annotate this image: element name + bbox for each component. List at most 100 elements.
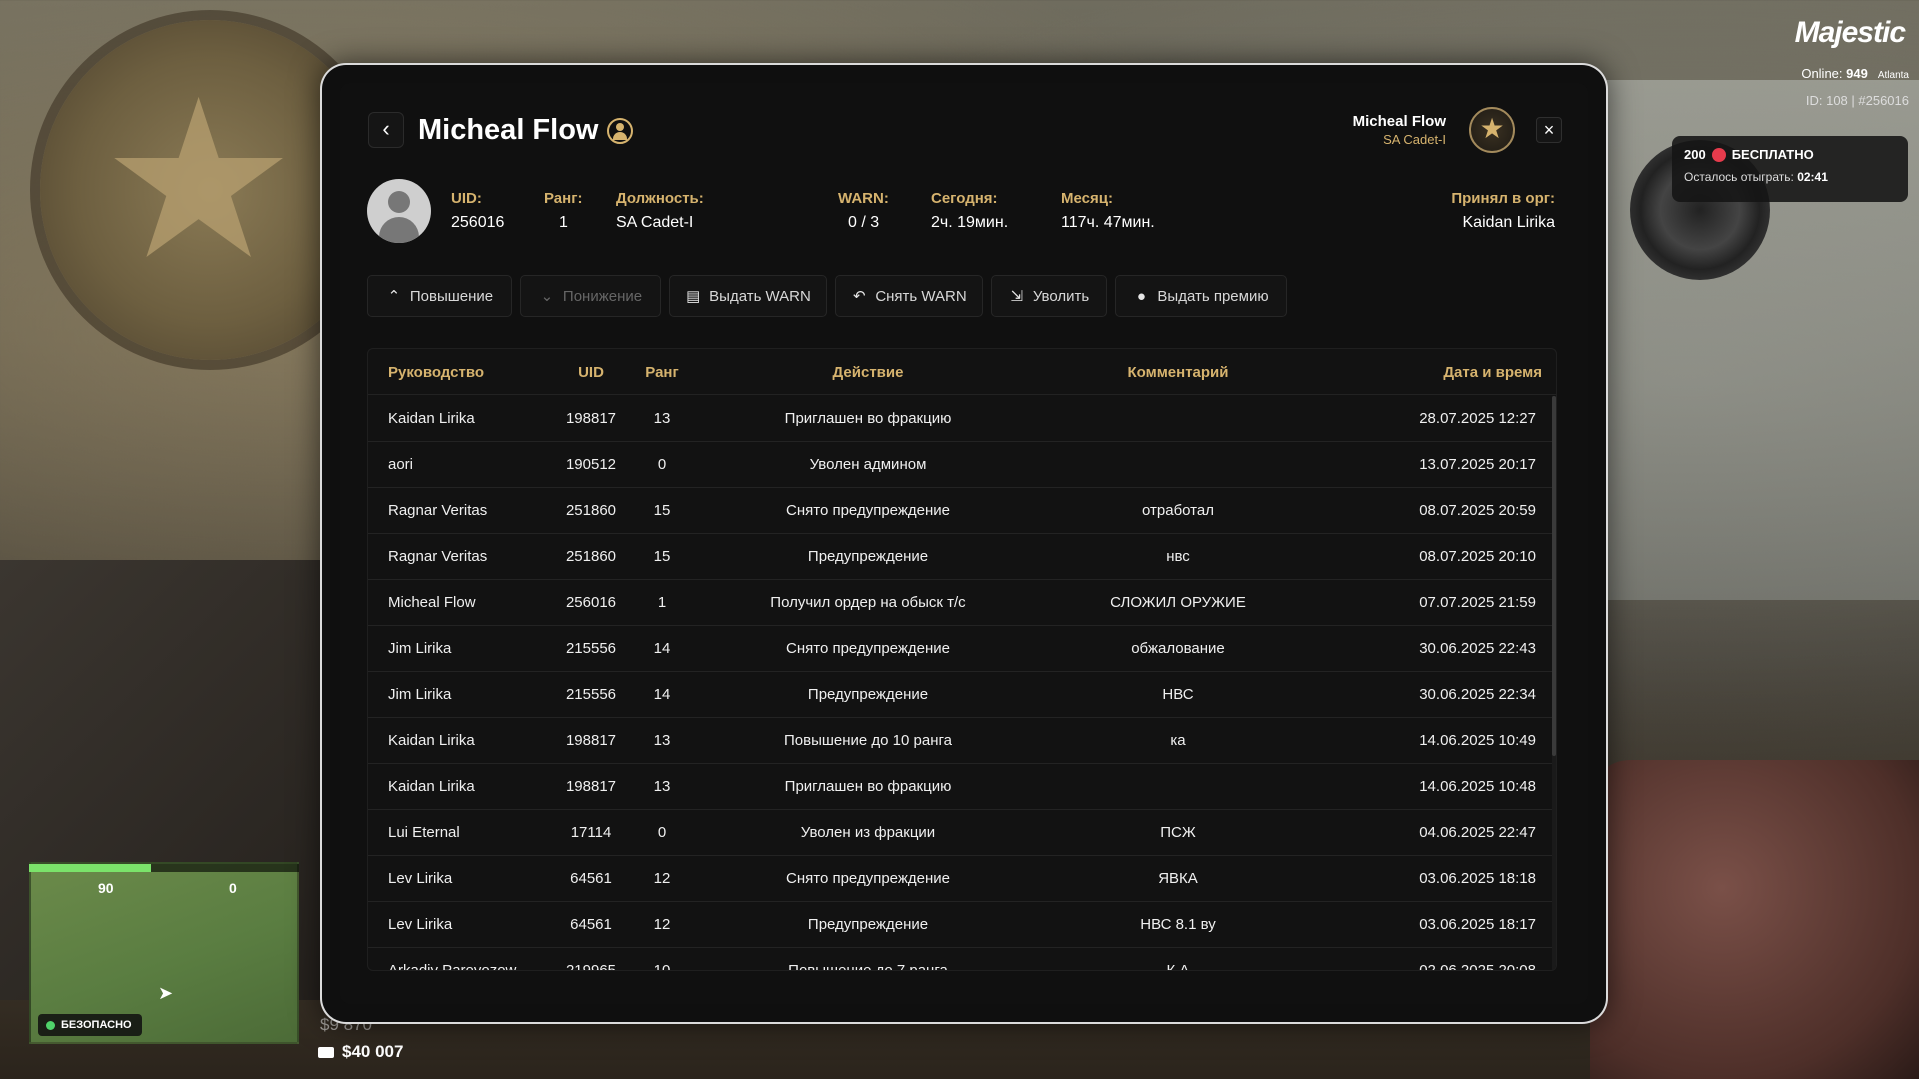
table-row[interactable]: Lev Lirika 64561 12 Снято предупреждение ЯВК… (368, 856, 1552, 902)
cell-datetime: 14.06.2025 10:48 (1419, 778, 1536, 795)
cell-datetime: 08.07.2025 20:59 (1419, 502, 1536, 519)
cell-leader: aori (388, 456, 414, 473)
cell-rank: 15 (653, 548, 671, 565)
demote-label: Понижение (562, 287, 643, 305)
promo-amount: 200 (1684, 147, 1706, 162)
minimap-left-value: 90 (98, 880, 114, 896)
table-row[interactable]: Kaidan Lirika 198817 13 Приглашен во фракци… (368, 764, 1552, 810)
cell-leader: Jim Lirika (388, 686, 452, 703)
uid-value: 256016 (451, 214, 505, 231)
cell-action: Повышение до 7 ранга (788, 962, 948, 971)
cell-uid: 17114 (570, 824, 612, 841)
column-header-datetime: Дата и время (1443, 364, 1542, 381)
table-row[interactable]: Ragnar Veritas 251860 15 Предупреждение нвс 0… (368, 534, 1552, 580)
cell-datetime: 03.06.2025 18:17 (1419, 916, 1536, 933)
table-row[interactable]: Jim Lirika 215556 14 Снято предупреждение об… (368, 626, 1552, 672)
cell-uid: 198817 (565, 732, 617, 749)
table-row[interactable]: Micheal Flow 256016 1 Получил ордер на обыс… (368, 580, 1552, 626)
cell-action: Предупреждение (807, 686, 929, 703)
uid-label: UID: (451, 190, 482, 207)
cell-action: Предупреждение (807, 548, 929, 565)
column-header-rank: Ранг (645, 364, 679, 381)
card-icon (318, 1046, 334, 1058)
cell-comment: ЯВКА (1158, 870, 1198, 887)
remove-warn-label: Снять WARN (875, 287, 967, 305)
table-scrollbar[interactable] (1552, 396, 1556, 970)
cell-datetime: 14.06.2025 10:49 (1419, 732, 1536, 749)
cell-leader: Lev Lirika (388, 870, 453, 887)
demote-button[interactable]: ⌄ Понижение (520, 275, 661, 317)
fire-label: Уволить (1032, 287, 1090, 305)
table-row[interactable]: Lui Eternal 17114 0 Уволен из фракции ПСЖ 04.… (368, 810, 1552, 856)
cell-rank: 14 (653, 640, 671, 657)
table-row[interactable]: Jim Lirika 215556 14 Предупреждение НВС 30.06… (368, 672, 1552, 718)
page-title: Micheal Flow (418, 114, 599, 146)
cell-comment: ка (1170, 732, 1186, 749)
cell-rank: 0 (657, 824, 667, 841)
promo-remaining-time: 02:41 (1797, 170, 1828, 184)
cell-uid: 251860 (565, 548, 617, 565)
table-row[interactable]: Kaidan Lirika 198817 13 Повышение до 10 ран… (368, 718, 1552, 764)
cell-action: Снято предупреждение (786, 640, 950, 657)
cell-datetime: 03.06.2025 18:18 (1419, 870, 1536, 887)
month-value: 117ч. 47мин. (1061, 214, 1155, 231)
cell-uid: 215556 (565, 640, 617, 657)
sheriff-badge-icon: ★ (1469, 107, 1515, 153)
table-row[interactable]: Lev Lirika 64561 12 Предупреждение НВС 8.1 в… (368, 902, 1552, 948)
promo-remaining-label: Осталось отыграть: (1684, 170, 1794, 184)
online-label: Online: (1801, 66, 1843, 81)
cell-rank: 13 (653, 778, 671, 795)
promo-label: БЕСПЛАТНО (1731, 147, 1814, 162)
server-name: Atlanta (1877, 70, 1909, 81)
close-button[interactable]: × (1536, 117, 1562, 143)
cell-uid: 198817 (565, 778, 617, 795)
promo-widget: 200 БЕСПЛАТНО Осталось отыграть: 02:41 (1672, 136, 1908, 202)
position-label: Должность: (616, 190, 704, 207)
table-row[interactable]: Arkadiy Parovozow 219965 10 Повышение до 7 … (368, 948, 1552, 971)
cell-uid: 64561 (570, 916, 612, 933)
promote-button[interactable]: ⌃ Повышение (367, 275, 512, 317)
cell-rank: 0 (657, 456, 667, 473)
cell-datetime: 30.06.2025 22:34 (1419, 686, 1536, 703)
table-row[interactable]: Ragnar Veritas 251860 15 Снято предупрежден… (368, 488, 1552, 534)
user-exit-icon: ⇲ (1010, 288, 1024, 305)
cell-leader: Ragnar Veritas (388, 548, 488, 565)
user-profile-icon[interactable] (607, 118, 633, 144)
column-header-comment: Комментарий (1127, 364, 1229, 381)
cell-uid: 215556 (565, 686, 617, 703)
rank-label: Ранг: (544, 190, 583, 207)
cell-comment: К.А (1166, 962, 1190, 971)
cell-leader: Lui Eternal (388, 824, 460, 841)
cell-rank: 12 (653, 870, 671, 887)
cell-datetime: 13.07.2025 20:17 (1419, 456, 1536, 473)
accepted-by-value: Kaidan Lirika (1462, 214, 1556, 231)
today-label: Сегодня: (931, 190, 998, 207)
table-row[interactable]: Kaidan Lirika 198817 13 Приглашен во фракци… (368, 396, 1552, 442)
cell-datetime: 02.06.2025 20:08 (1419, 962, 1536, 971)
server-logo: Majestic (1794, 16, 1906, 49)
cell-uid: 256016 (565, 594, 617, 611)
column-header-action: Действие (832, 364, 904, 381)
cell-leader: Kaidan Lirika (388, 778, 475, 795)
remove-warn-button[interactable]: ↶ Снять WARN (835, 275, 983, 317)
fire-button[interactable]: ⇲ Уволить (991, 275, 1107, 317)
give-warn-button[interactable]: ▤ Выдать WARN (669, 275, 827, 317)
give-warn-label: Выдать WARN (709, 287, 811, 305)
give-bonus-button[interactable]: ● Выдать премию (1115, 275, 1287, 317)
coin-icon (1711, 147, 1726, 162)
table-row[interactable]: aori 190512 0 Уволен админом 13.07.2025 20:1… (368, 442, 1552, 488)
cell-action: Приглашен во фракцию (784, 410, 952, 427)
cell-leader: Arkadiy Parovozow (388, 962, 517, 971)
cell-leader: Lev Lirika (388, 916, 453, 933)
scrollbar-thumb[interactable] (1552, 396, 1556, 756)
cell-datetime: 08.07.2025 20:10 (1419, 548, 1536, 565)
warn-document-icon: ▤ (686, 288, 701, 305)
cell-leader: Kaidan Lirika (388, 410, 475, 427)
back-button[interactable]: ‹ (368, 112, 404, 148)
undo-icon: ↶ (853, 288, 866, 305)
cell-action: Уволен из фракции (800, 824, 936, 841)
cell-rank: 10 (653, 962, 671, 971)
table-body[interactable]: Kaidan Lirika 198817 13 Приглашен во фракци… (368, 396, 1552, 971)
cell-rank: 15 (653, 502, 671, 519)
cell-comment: отработал (1142, 502, 1214, 519)
